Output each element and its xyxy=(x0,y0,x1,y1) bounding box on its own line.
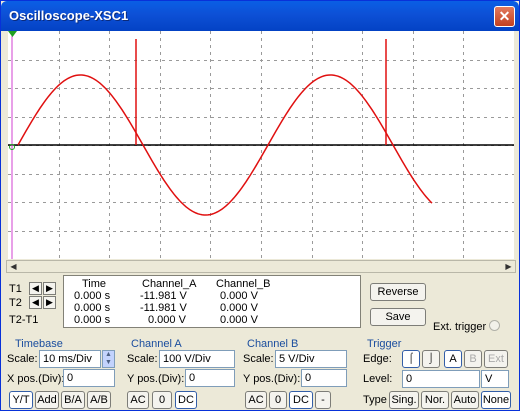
channel-a-dc-button[interactable]: DC xyxy=(175,391,197,409)
close-icon: ✕ xyxy=(498,8,511,24)
rising-edge-icon[interactable]: ⌠ xyxy=(402,350,420,368)
scope-display xyxy=(8,31,514,259)
t2-channel-a: -11.981 V xyxy=(140,302,187,314)
t1-time: 0.000 s xyxy=(74,290,111,302)
channel-b-dc-button[interactable]: DC xyxy=(289,391,313,409)
t2-t1-channel-b: 0.000 V xyxy=(220,314,258,326)
channel-b-ac-button[interactable]: AC xyxy=(245,391,267,409)
cursor-t1-marker-icon[interactable] xyxy=(8,31,17,37)
ext-trigger-radio[interactable] xyxy=(489,320,500,331)
scroll-right-icon[interactable]: ▶ xyxy=(502,261,515,272)
t2-t1-label: T2-T1 xyxy=(9,314,39,326)
trigger-level-unit[interactable]: V xyxy=(481,370,509,388)
timebase-scale-input[interactable]: 10 ms/Div xyxy=(39,350,101,368)
reverse-button[interactable]: Reverse xyxy=(370,283,426,301)
trigger-level-label: Level: xyxy=(363,373,393,385)
timebase-xpos-label: X pos.(Div): xyxy=(7,373,65,385)
timebase-scale-label: Scale: xyxy=(7,353,38,365)
timebase-spinner[interactable]: ▲ ▼ xyxy=(102,350,115,368)
trigger-source-a-button[interactable]: A xyxy=(444,350,462,368)
col-header-channel-b: Channel_B xyxy=(216,278,271,290)
mode-add-button[interactable]: Add xyxy=(35,391,59,409)
ext-trigger-label: Ext. trigger xyxy=(433,321,487,333)
col-header-time: Time xyxy=(82,278,107,290)
trigger-none-button[interactable]: None xyxy=(481,391,511,409)
title-bar[interactable]: Oscilloscope-XSC1 ✕ xyxy=(1,1,519,31)
trigger-source-ext-button[interactable]: Ext xyxy=(484,350,508,368)
channel-b-title: Channel B xyxy=(247,338,299,350)
t2-channel-b: 0.000 V xyxy=(220,302,258,314)
timebase-xpos-input[interactable]: 0 xyxy=(63,369,115,387)
channel-a-title: Channel A xyxy=(131,338,182,350)
trigger-level-input[interactable]: 0 xyxy=(402,370,480,388)
oscilloscope-window: Oscilloscope-XSC1 ✕ ◀ ▶ T1 ◀ ▶ T2 ◀ ▶ T2… xyxy=(0,0,520,411)
channel-a-ypos-label: Y pos.(Div): xyxy=(127,373,185,385)
trigger-type-label: Type xyxy=(363,394,387,406)
trigger-normal-button[interactable]: Nor. xyxy=(421,391,449,409)
t2-time: 0.000 s xyxy=(74,302,111,314)
mode-ab-button[interactable]: A/B xyxy=(87,391,111,409)
col-header-channel-a: Channel_A xyxy=(142,278,197,290)
t2-t1-channel-a: 0.000 V xyxy=(148,314,186,326)
channel-a-ac-button[interactable]: AC xyxy=(127,391,149,409)
scroll-left-icon[interactable]: ◀ xyxy=(7,261,20,272)
timebase-title: Timebase xyxy=(15,338,63,350)
trigger-single-button[interactable]: Sing. xyxy=(389,391,419,409)
save-button[interactable]: Save xyxy=(370,308,426,326)
channel-b-scale-input[interactable]: 5 V/Div xyxy=(275,350,347,368)
channel-a-zero-button[interactable]: 0 xyxy=(152,391,172,409)
scope-graph xyxy=(8,31,514,259)
spin-up-icon[interactable]: ▲ xyxy=(103,351,114,359)
t2-label: T2 xyxy=(9,297,22,309)
mode-ba-button[interactable]: B/A xyxy=(61,391,85,409)
channel-b-ypos-label: Y pos.(Div): xyxy=(243,373,301,385)
channel-b-minus-button[interactable]: - xyxy=(315,391,331,409)
trigger-title: Trigger xyxy=(367,338,402,350)
close-button[interactable]: ✕ xyxy=(494,6,515,27)
channel-b-scale-label: Scale: xyxy=(243,353,274,365)
t1-left-arrow-icon[interactable]: ◀ xyxy=(29,282,42,295)
channel-a-ypos-input[interactable]: 0 xyxy=(185,369,235,387)
trigger-auto-button[interactable]: Auto xyxy=(451,391,479,409)
mode-yt-button[interactable]: Y/T xyxy=(9,391,33,409)
trigger-source-b-button[interactable]: B xyxy=(464,350,482,368)
cursor-readout-table: Time Channel_A Channel_B 0.000 s -11.981… xyxy=(63,275,361,328)
time-scrollbar[interactable]: ◀ ▶ xyxy=(6,260,516,273)
t1-right-arrow-icon[interactable]: ▶ xyxy=(43,282,56,295)
t2-t1-time: 0.000 s xyxy=(74,314,111,326)
t2-right-arrow-icon[interactable]: ▶ xyxy=(43,296,56,309)
window-title: Oscilloscope-XSC1 xyxy=(9,8,129,23)
trigger-edge-label: Edge: xyxy=(363,353,392,365)
channel-b-ypos-input[interactable]: 0 xyxy=(301,369,347,387)
t1-channel-b: 0.000 V xyxy=(220,290,258,302)
channel-a-scale-label: Scale: xyxy=(127,353,158,365)
t1-channel-a: -11.981 V xyxy=(140,290,187,302)
channel-b-zero-button[interactable]: 0 xyxy=(269,391,287,409)
t2-left-arrow-icon[interactable]: ◀ xyxy=(29,296,42,309)
channel-a-scale-input[interactable]: 100 V/Div xyxy=(159,350,235,368)
t1-label: T1 xyxy=(9,283,22,295)
falling-edge-icon[interactable]: ⌡ xyxy=(422,350,440,368)
spin-down-icon[interactable]: ▼ xyxy=(103,359,114,367)
